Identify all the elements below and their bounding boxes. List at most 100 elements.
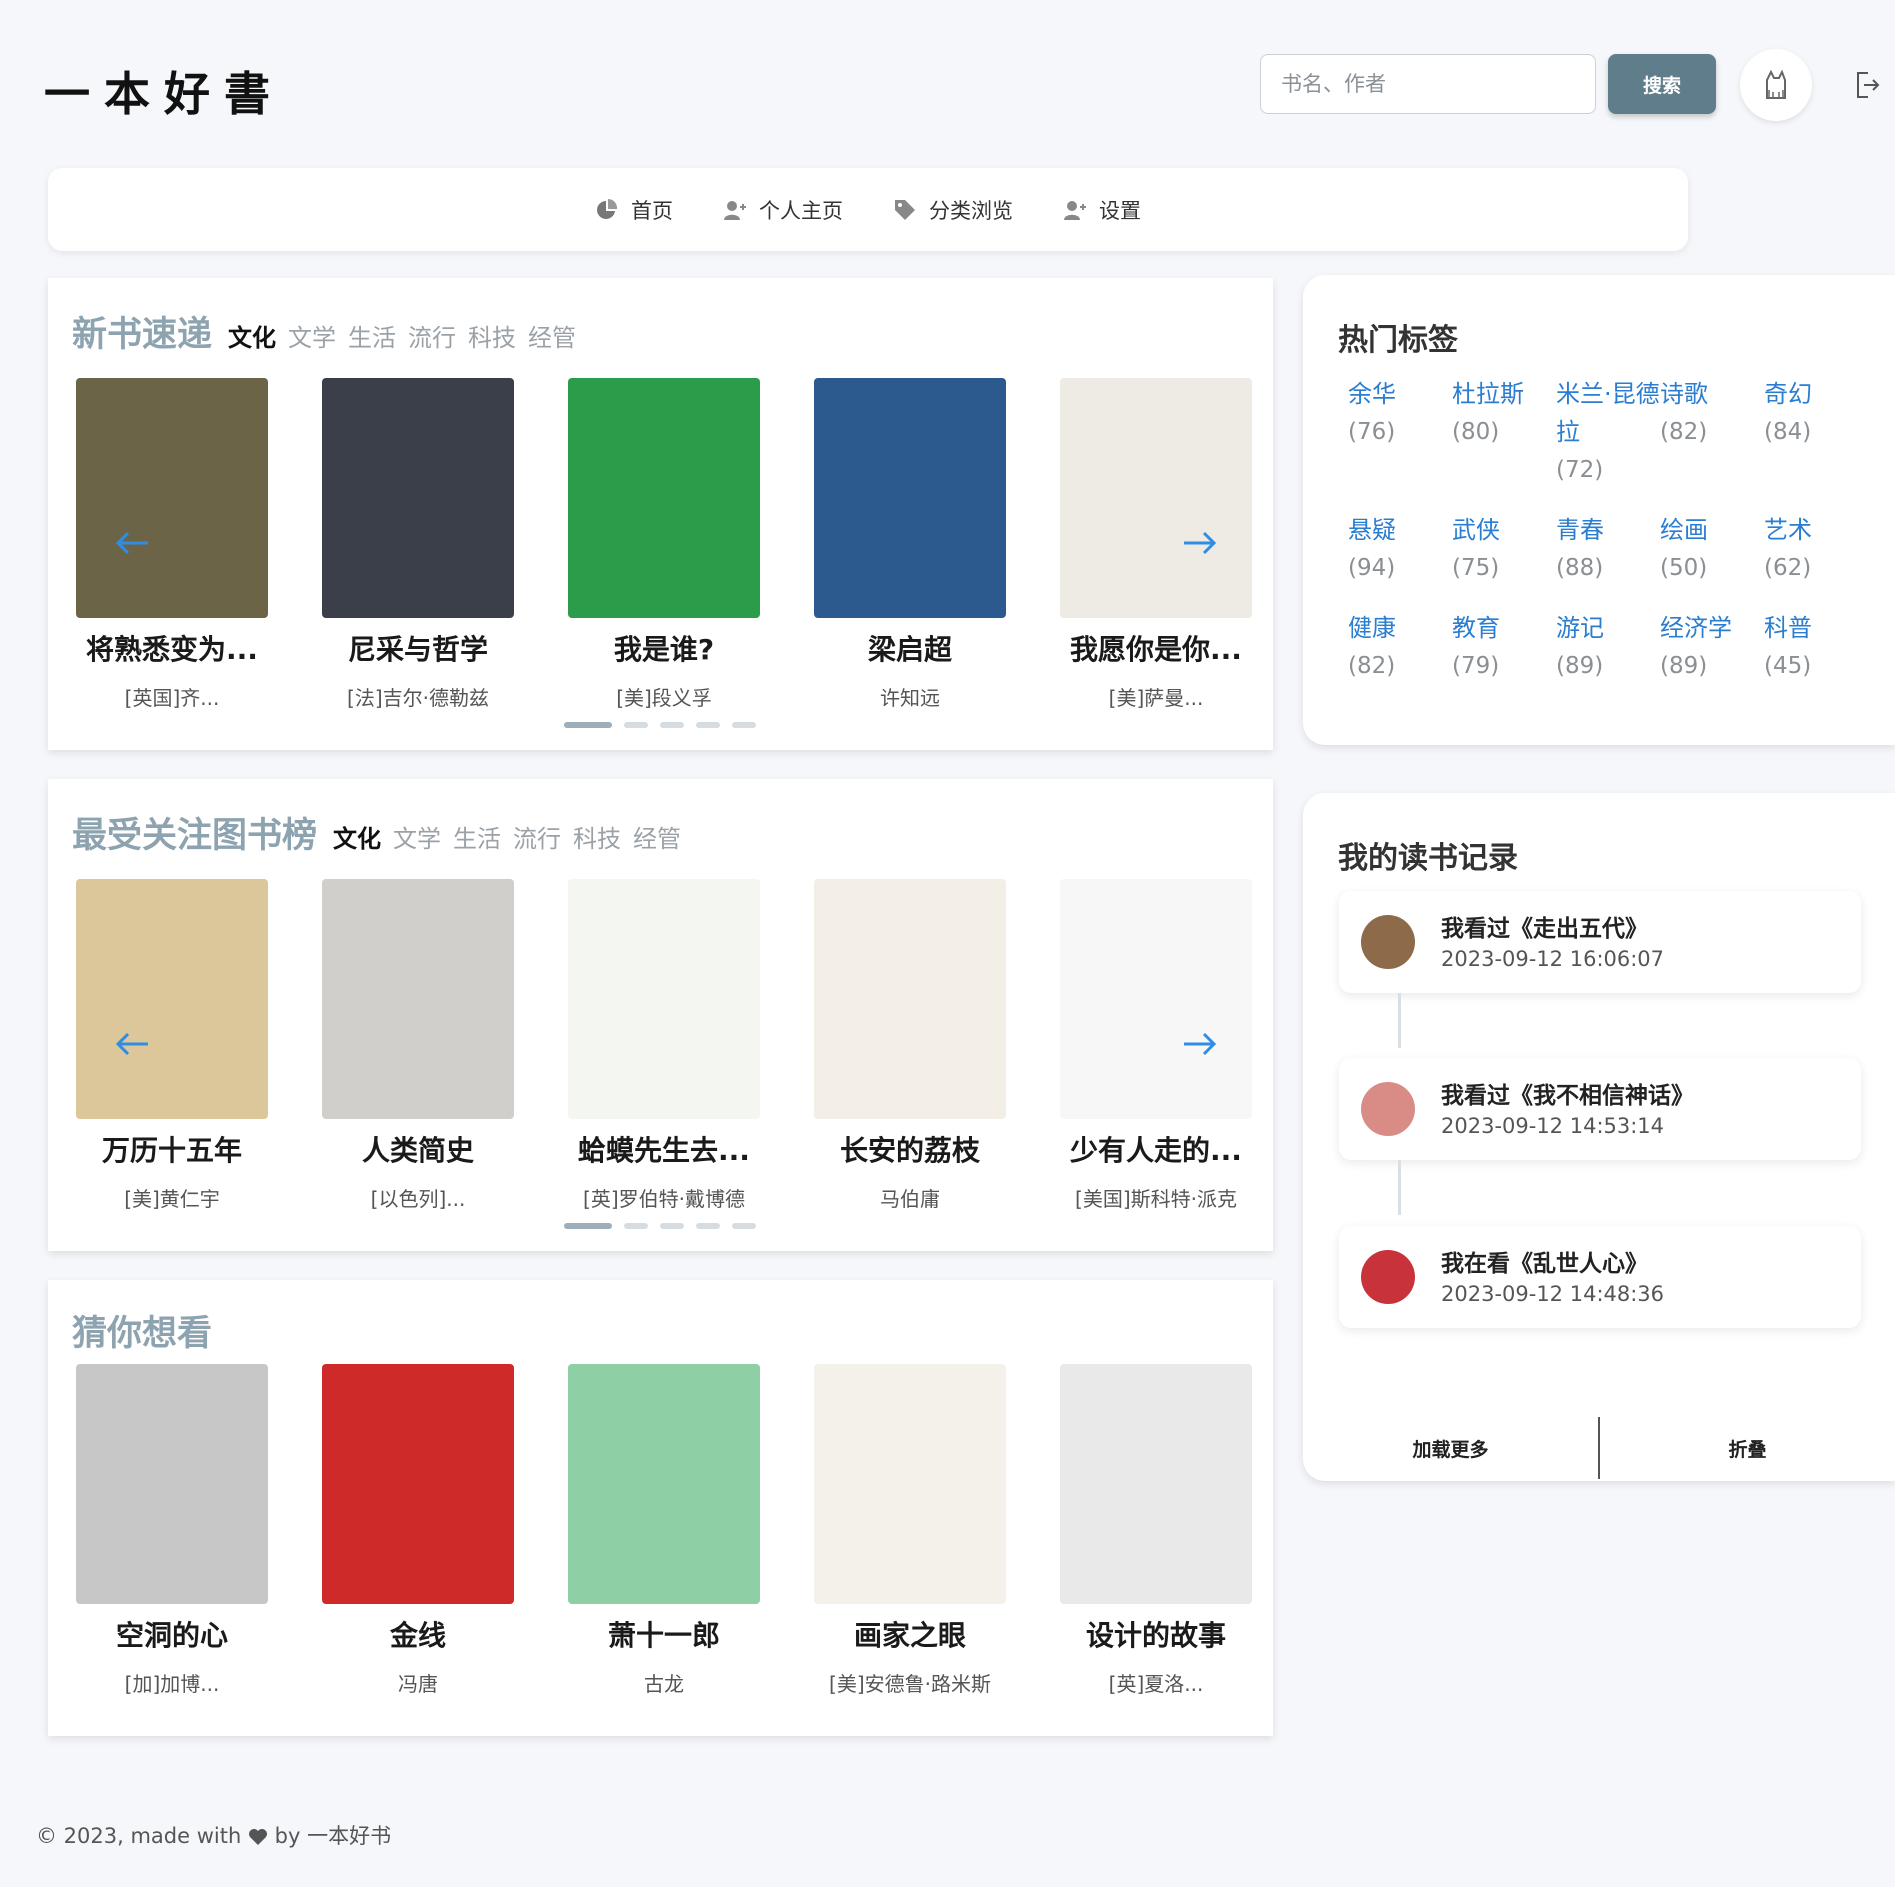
book-title[interactable]: 画家之眼 — [810, 1614, 1010, 1654]
book-card[interactable]: 我愿你是你... [美]萨曼... — [1056, 378, 1256, 711]
category-tab[interactable]: 文化 — [333, 819, 381, 854]
tag-item[interactable]: 武侠 (75) — [1452, 511, 1556, 587]
category-tab[interactable]: 生活 — [453, 819, 501, 854]
reading-record[interactable]: 我在看《乱世人心》 2023-09-12 14:48:36 — [1339, 1226, 1861, 1328]
arrow-left-icon[interactable] — [114, 528, 150, 558]
book-title[interactable]: 万历十五年 — [72, 1129, 272, 1169]
book-card[interactable]: 设计的故事 [英]夏洛... — [1056, 1364, 1256, 1697]
book-card[interactable]: 萧十一郎 古龙 — [564, 1364, 764, 1697]
book-card[interactable]: 长安的荔枝 马伯庸 — [810, 879, 1010, 1212]
category-tab[interactable]: 科技 — [573, 819, 621, 854]
book-card[interactable]: 梁启超 许知远 — [810, 378, 1010, 711]
category-tab[interactable]: 生活 — [348, 318, 396, 353]
carousel-dot[interactable] — [660, 1223, 684, 1229]
book-card[interactable]: 尼采与哲学 [法]吉尔·德勒兹 — [318, 378, 518, 711]
collapse-button[interactable]: 折叠 — [1600, 1417, 1895, 1479]
tag-item[interactable]: 游记 (89) — [1556, 609, 1660, 685]
book-card[interactable]: 少有人走的... [美国]斯科特·派克 — [1056, 879, 1256, 1212]
category-tab[interactable]: 流行 — [513, 819, 561, 854]
tag-name[interactable]: 青春 — [1556, 511, 1660, 549]
user-avatar[interactable] — [1740, 49, 1812, 121]
carousel-dot[interactable] — [564, 722, 612, 728]
tag-name[interactable]: 游记 — [1556, 609, 1660, 647]
book-title[interactable]: 我是谁? — [564, 628, 764, 668]
arrow-right-icon[interactable] — [1182, 528, 1218, 558]
book-card[interactable]: 人类简史 [以色列]... — [318, 879, 518, 1212]
category-tab[interactable]: 经管 — [633, 819, 681, 854]
carousel-dot[interactable] — [732, 722, 756, 728]
book-cover[interactable] — [568, 378, 760, 618]
book-card[interactable]: 画家之眼 [美]安德鲁·路米斯 — [810, 1364, 1010, 1697]
nav-settings[interactable]: 设置 — [1063, 195, 1141, 225]
carousel-dot[interactable] — [696, 722, 720, 728]
tag-name[interactable]: 健康 — [1348, 609, 1452, 647]
tag-name[interactable]: 艺术 — [1764, 511, 1868, 549]
book-cover[interactable] — [1060, 879, 1252, 1119]
category-tab[interactable]: 科技 — [468, 318, 516, 353]
category-tab[interactable]: 文化 — [228, 318, 276, 353]
book-title[interactable]: 萧十一郎 — [564, 1614, 764, 1654]
tag-name[interactable]: 诗歌 — [1660, 375, 1764, 413]
tag-item[interactable]: 教育 (79) — [1452, 609, 1556, 685]
book-cover[interactable] — [814, 1364, 1006, 1604]
book-cover[interactable] — [814, 879, 1006, 1119]
search-button[interactable]: 搜索 — [1608, 54, 1716, 114]
book-title[interactable]: 少有人走的... — [1056, 1129, 1256, 1169]
carousel-dot[interactable] — [732, 1223, 756, 1229]
carousel-dot[interactable] — [624, 1223, 648, 1229]
search-input[interactable] — [1260, 54, 1596, 114]
reading-record[interactable]: 我看过《我不相信神话》 2023-09-12 14:53:14 — [1339, 1058, 1861, 1160]
tag-item[interactable]: 绘画 (50) — [1660, 511, 1764, 587]
book-cover[interactable] — [322, 378, 514, 618]
site-logo[interactable]: 一本好書 — [44, 58, 284, 124]
book-title[interactable]: 空洞的心 — [72, 1614, 272, 1654]
tag-item[interactable]: 诗歌 (82) — [1660, 375, 1764, 489]
tag-item[interactable]: 米兰·昆德拉 (72) — [1556, 375, 1660, 489]
tag-name[interactable]: 余华 — [1348, 375, 1452, 413]
book-cover[interactable] — [1060, 1364, 1252, 1604]
tag-item[interactable]: 健康 (82) — [1348, 609, 1452, 685]
book-title[interactable]: 蛤蟆先生去... — [564, 1129, 764, 1169]
book-card[interactable]: 蛤蟆先生去... [英]罗伯特·戴博德 — [564, 879, 764, 1212]
book-cover[interactable] — [322, 879, 514, 1119]
tag-item[interactable]: 科普 (45) — [1764, 609, 1868, 685]
book-title[interactable]: 金线 — [318, 1614, 518, 1654]
tag-name[interactable]: 悬疑 — [1348, 511, 1452, 549]
tag-item[interactable]: 杜拉斯 (80) — [1452, 375, 1556, 489]
tag-item[interactable]: 青春 (88) — [1556, 511, 1660, 587]
tag-name[interactable]: 科普 — [1764, 609, 1868, 647]
book-title[interactable]: 人类简史 — [318, 1129, 518, 1169]
carousel-dot[interactable] — [660, 722, 684, 728]
category-tab[interactable]: 文学 — [288, 318, 336, 353]
arrow-left-icon[interactable] — [114, 1029, 150, 1059]
tag-item[interactable]: 艺术 (62) — [1764, 511, 1868, 587]
nav-categories[interactable]: 分类浏览 — [893, 195, 1013, 225]
nav-profile[interactable]: 个人主页 — [723, 195, 843, 225]
tag-item[interactable]: 余华 (76) — [1348, 375, 1452, 489]
tag-name[interactable]: 奇幻 — [1764, 375, 1868, 413]
tag-item[interactable]: 奇幻 (84) — [1764, 375, 1868, 489]
book-cover[interactable] — [76, 378, 268, 618]
book-cover[interactable] — [568, 1364, 760, 1604]
category-tab[interactable]: 文学 — [393, 819, 441, 854]
book-title[interactable]: 设计的故事 — [1056, 1614, 1256, 1654]
tag-name[interactable]: 武侠 — [1452, 511, 1556, 549]
book-title[interactable]: 长安的荔枝 — [810, 1129, 1010, 1169]
book-cover[interactable] — [568, 879, 760, 1119]
tag-name[interactable]: 绘画 — [1660, 511, 1764, 549]
tag-item[interactable]: 悬疑 (94) — [1348, 511, 1452, 587]
book-title[interactable]: 我愿你是你... — [1056, 628, 1256, 668]
carousel-dot[interactable] — [624, 722, 648, 728]
book-title[interactable]: 尼采与哲学 — [318, 628, 518, 668]
nav-home[interactable]: 首页 — [595, 195, 673, 225]
book-card[interactable]: 我是谁? [美]段义孚 — [564, 378, 764, 711]
tag-name[interactable]: 教育 — [1452, 609, 1556, 647]
tag-name[interactable]: 杜拉斯 — [1452, 375, 1556, 413]
tag-name[interactable]: 米兰·昆德拉 — [1556, 375, 1660, 451]
book-card[interactable]: 空洞的心 [加]加博... — [72, 1364, 272, 1697]
logout-icon[interactable] — [1854, 70, 1880, 100]
book-title[interactable]: 将熟悉变为... — [72, 628, 272, 668]
reading-record[interactable]: 我看过《走出五代》 2023-09-12 16:06:07 — [1339, 891, 1861, 993]
carousel-dot[interactable] — [696, 1223, 720, 1229]
book-card[interactable]: 万历十五年 [美]黄仁宇 — [72, 879, 272, 1212]
